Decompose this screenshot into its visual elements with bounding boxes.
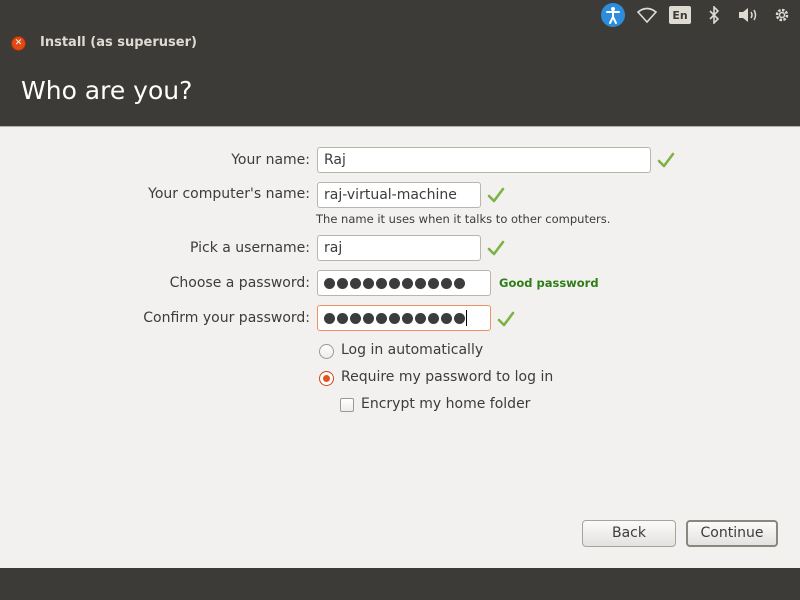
password-mask [324, 277, 465, 289]
password-dot [454, 312, 465, 324]
continue-button[interactable]: Continue [686, 520, 778, 547]
login-automatically-label[interactable]: Log in automatically [341, 342, 483, 358]
bluetooth-icon[interactable] [705, 0, 723, 30]
confirm-password-input[interactable] [317, 305, 491, 331]
password-dot [337, 312, 348, 324]
top-panel: En [0, 0, 800, 30]
confirm-password-label: Confirm your password: [143, 310, 310, 326]
require-password-radio[interactable] [319, 371, 334, 386]
password-input[interactable] [317, 270, 491, 296]
wifi-icon[interactable] [635, 0, 659, 30]
password-dot [363, 277, 374, 289]
window-title: Install (as superuser) [40, 35, 197, 50]
back-button[interactable]: Back [582, 520, 676, 547]
encrypt-home-label[interactable]: Encrypt my home folder [361, 396, 530, 412]
password-dot [337, 277, 348, 289]
password-dot [454, 277, 465, 289]
password-strength-label: Good password [499, 276, 599, 290]
accessibility-icon[interactable] [601, 3, 625, 27]
header-divider [0, 126, 800, 127]
password-dot [324, 277, 335, 289]
password-dot [428, 312, 439, 324]
password-dot [441, 312, 452, 324]
username-input[interactable]: raj [317, 235, 481, 261]
password-dot [376, 312, 387, 324]
confirm-password-mask [324, 312, 465, 324]
password-label: Choose a password: [169, 275, 310, 291]
password-dot [402, 312, 413, 324]
username-label: Pick a username: [189, 240, 310, 256]
encrypt-home-checkbox[interactable] [340, 398, 354, 412]
password-dot [324, 312, 335, 324]
page-title: Who are you? [21, 76, 193, 105]
password-dot [350, 277, 361, 289]
page-header: Who are you? [0, 56, 800, 126]
password-dot [415, 277, 426, 289]
require-password-label[interactable]: Require my password to log in [341, 369, 553, 385]
password-dot [363, 312, 374, 324]
your-name-input[interactable]: Raj [317, 147, 651, 173]
name-valid-check-icon [657, 152, 675, 168]
login-automatically-radio[interactable] [319, 344, 334, 359]
password-dot [389, 277, 400, 289]
volume-icon[interactable] [736, 0, 760, 30]
computer-name-input[interactable]: raj-virtual-machine [317, 182, 481, 208]
password-dot [376, 277, 387, 289]
computer-name-valid-check-icon [487, 187, 505, 203]
text-cursor [466, 310, 467, 326]
your-name-label: Your name: [231, 152, 310, 168]
password-dot [389, 312, 400, 324]
password-dot [402, 277, 413, 289]
password-dot [428, 277, 439, 289]
window-titlebar: ✕ Install (as superuser) [0, 30, 800, 56]
confirm-valid-check-icon [497, 311, 515, 327]
password-dot [415, 312, 426, 324]
close-icon[interactable]: ✕ [11, 36, 26, 51]
computer-name-label: Your computer's name: [148, 186, 310, 202]
password-dot [350, 312, 361, 324]
settings-gear-icon[interactable] [771, 0, 793, 30]
bottom-progress-bar [0, 568, 800, 600]
username-valid-check-icon [487, 240, 505, 256]
computer-name-hint: The name it uses when it talks to other … [316, 212, 611, 226]
keyboard-language-indicator[interactable]: En [669, 6, 691, 24]
password-dot [441, 277, 452, 289]
